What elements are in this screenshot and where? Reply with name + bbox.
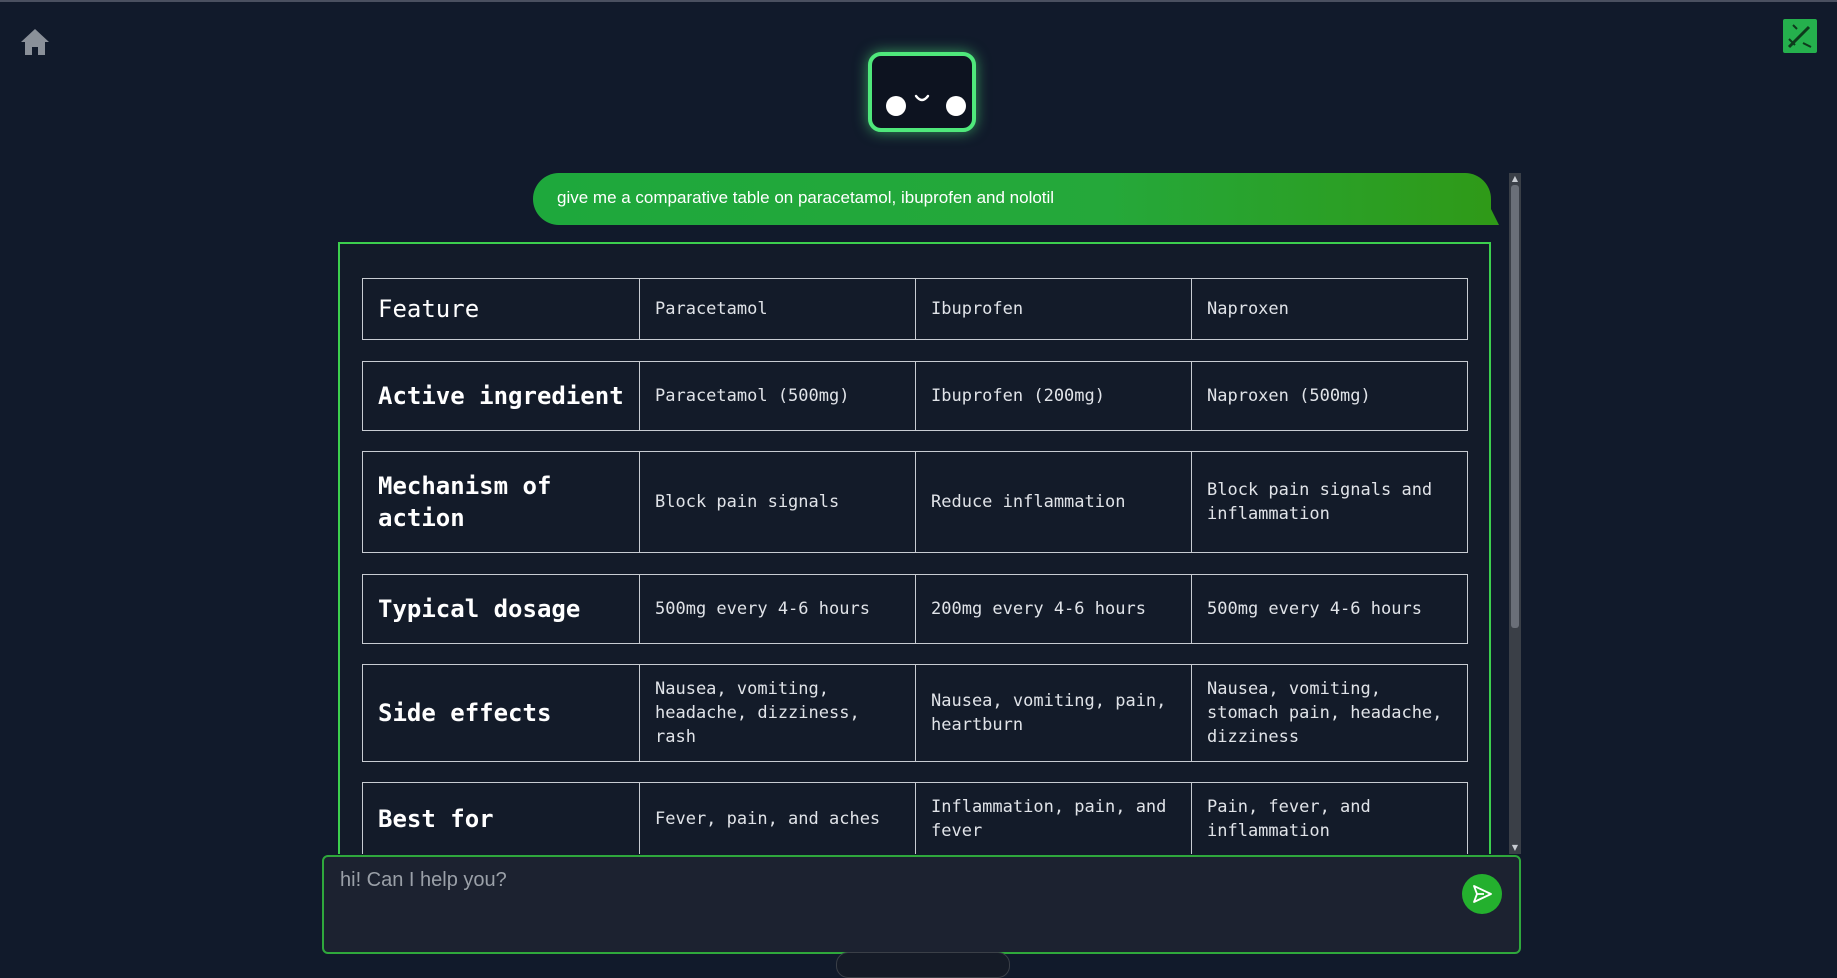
assistant-message: Feature Paracetamol Ibuprofen Naproxen A… <box>338 242 1491 854</box>
table-cell: Naproxen (500mg) <box>1191 362 1467 430</box>
table-cell: 500mg every 4-6 hours <box>639 575 915 643</box>
message-input[interactable] <box>338 867 1442 941</box>
table-cell: 500mg every 4-6 hours <box>1191 575 1467 643</box>
table-row: Typical dosage 500mg every 4-6 hours 200… <box>362 574 1468 644</box>
table-cell: Ibuprofen (200mg) <box>915 362 1191 430</box>
scrollbar-thumb[interactable] <box>1511 185 1519 628</box>
table-cell: 200mg every 4-6 hours <box>915 575 1191 643</box>
table-cell: Paracetamol (500mg) <box>639 362 915 430</box>
table-cell: Fever, pain, and aches <box>639 783 915 854</box>
message-input-container <box>322 855 1521 954</box>
table-row: Best for Fever, pain, and aches Inflamma… <box>362 782 1468 854</box>
table-header-cell: Ibuprofen <box>915 279 1191 339</box>
table-row-heading: Active ingredient <box>378 382 624 410</box>
table-row: Side effects Nausea, vomiting, headache,… <box>362 664 1468 762</box>
table-row-heading: Typical dosage <box>378 595 581 623</box>
assistant-avatar <box>868 52 976 132</box>
chat-scrollbar[interactable]: ▲ ▼ <box>1509 173 1521 854</box>
table-cell: Pain, fever, and inflammation <box>1191 783 1467 854</box>
table-cell: Block pain signals and inflammation <box>1191 452 1467 552</box>
table-cell: Nausea, vomiting, pain, heartburn <box>915 665 1191 761</box>
table-header-cell: Naproxen <box>1191 279 1467 339</box>
send-icon <box>1473 885 1492 903</box>
table-cell: Block pain signals <box>639 452 915 552</box>
scroll-up-arrow-icon[interactable]: ▲ <box>1511 175 1519 183</box>
table-row-heading: Best for <box>378 805 494 833</box>
chat-scroll-area[interactable]: give me a comparative table on paracetam… <box>338 173 1514 854</box>
avatar-right-eye <box>946 96 966 116</box>
table-cell: Nausea, vomiting, headache, dizziness, r… <box>639 665 915 761</box>
table-row: Active ingredient Paracetamol (500mg) Ib… <box>362 361 1468 431</box>
scroll-down-arrow-icon[interactable]: ▼ <box>1511 844 1519 852</box>
table-cell: Inflammation, pain, and fever <box>915 783 1191 854</box>
table-cell: Reduce inflammation <box>915 452 1191 552</box>
table-header-cell: Paracetamol <box>639 279 915 339</box>
table-header-row: Feature Paracetamol Ibuprofen Naproxen <box>362 278 1468 340</box>
avatar-left-eye <box>886 96 906 116</box>
home-button[interactable] <box>18 26 52 58</box>
table-row-heading: Side effects <box>378 699 552 727</box>
home-icon <box>21 29 49 55</box>
avatar-smile <box>914 94 930 102</box>
edit-icon[interactable] <box>1783 19 1817 53</box>
user-message: give me a comparative table on paracetam… <box>533 173 1491 225</box>
table-cell: Nausea, vomiting, stomach pain, headache… <box>1191 665 1467 761</box>
bottom-toolbar <box>836 952 1010 978</box>
table-row-heading: Mechanism of action <box>378 472 552 532</box>
table-header-cell: Feature <box>378 295 480 323</box>
send-button[interactable] <box>1462 874 1502 914</box>
user-message-tail <box>1491 209 1499 225</box>
table-row: Mechanism of action Block pain signals R… <box>362 451 1468 553</box>
